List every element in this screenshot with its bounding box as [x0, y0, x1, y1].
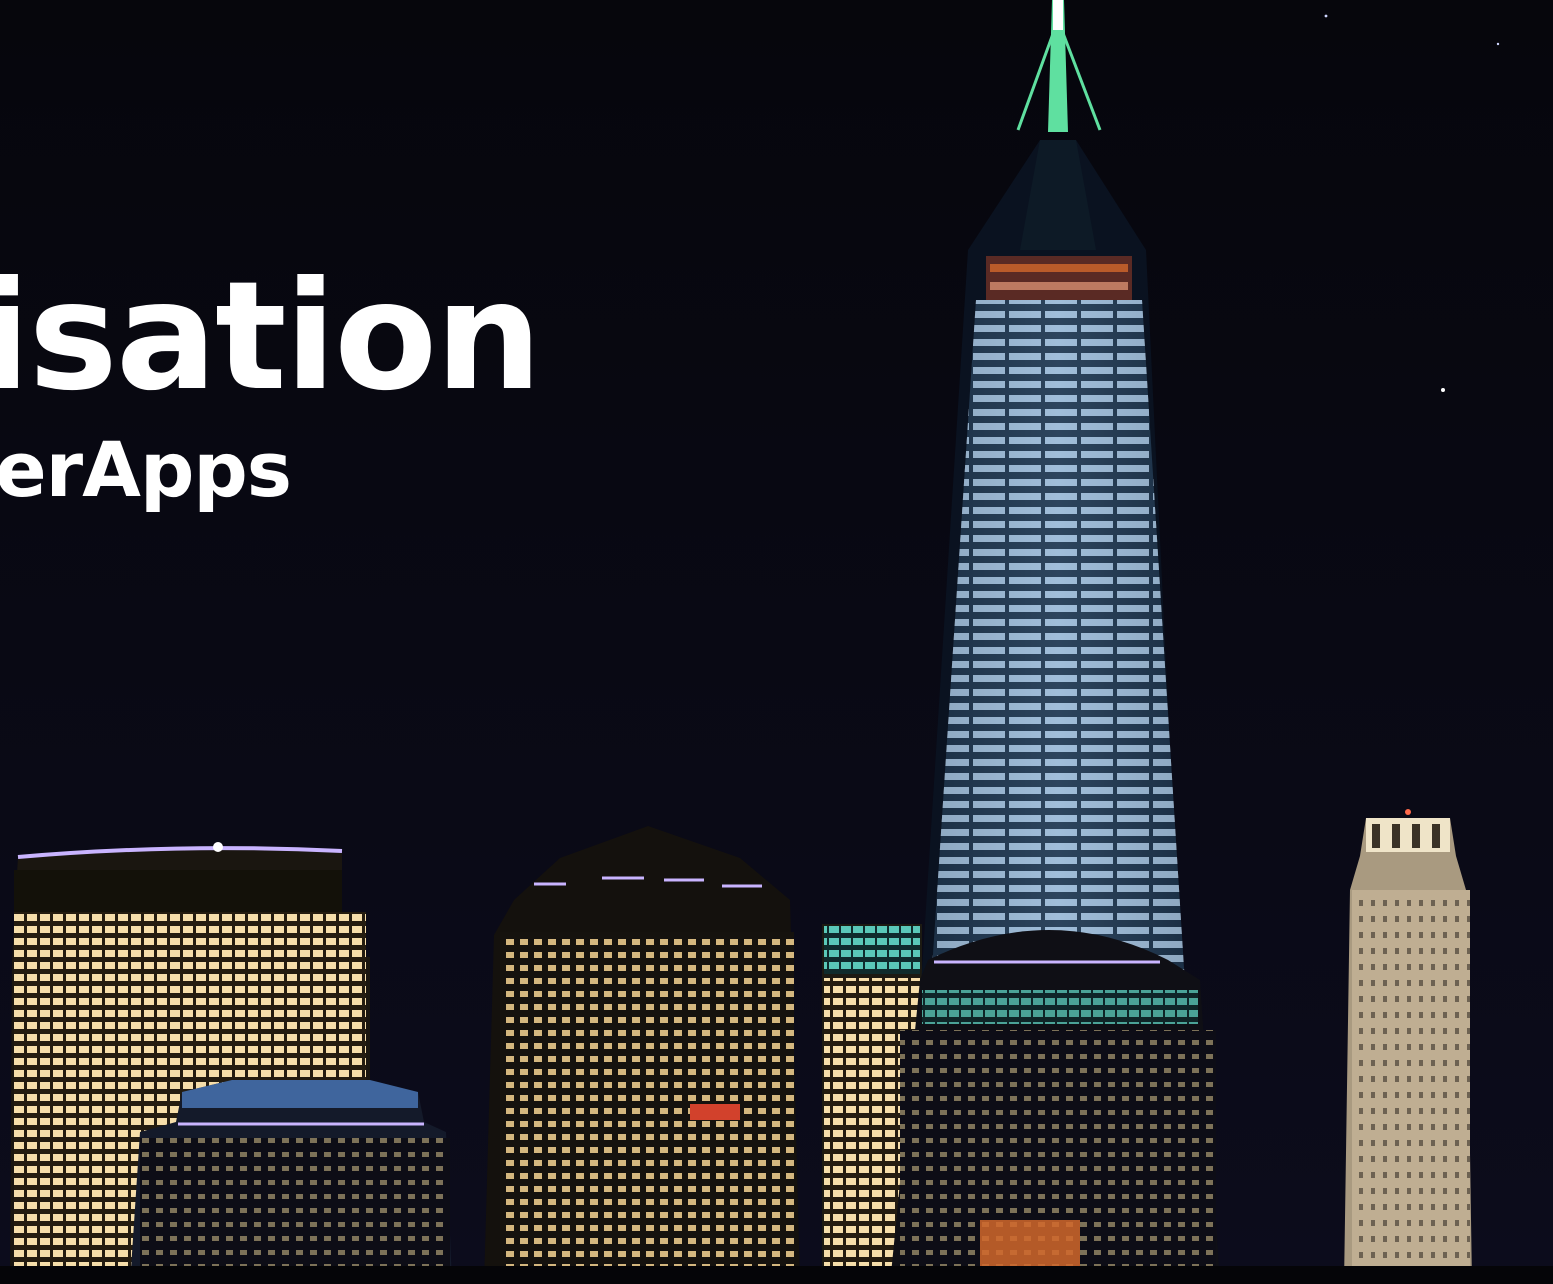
star	[1324, 14, 1328, 18]
night-skyline-photo	[0, 0, 1553, 1284]
building-low-stepped	[130, 1080, 452, 1284]
building-center-dark	[484, 826, 800, 1284]
building-front-tower	[890, 930, 1220, 1284]
hero-subline: verApps	[0, 425, 292, 514]
hero-banner: misation verApps	[0, 0, 1553, 1284]
building-cream-right	[1344, 809, 1472, 1284]
star	[1441, 388, 1445, 392]
star	[1496, 42, 1500, 46]
hero-headline: misation	[0, 250, 542, 424]
